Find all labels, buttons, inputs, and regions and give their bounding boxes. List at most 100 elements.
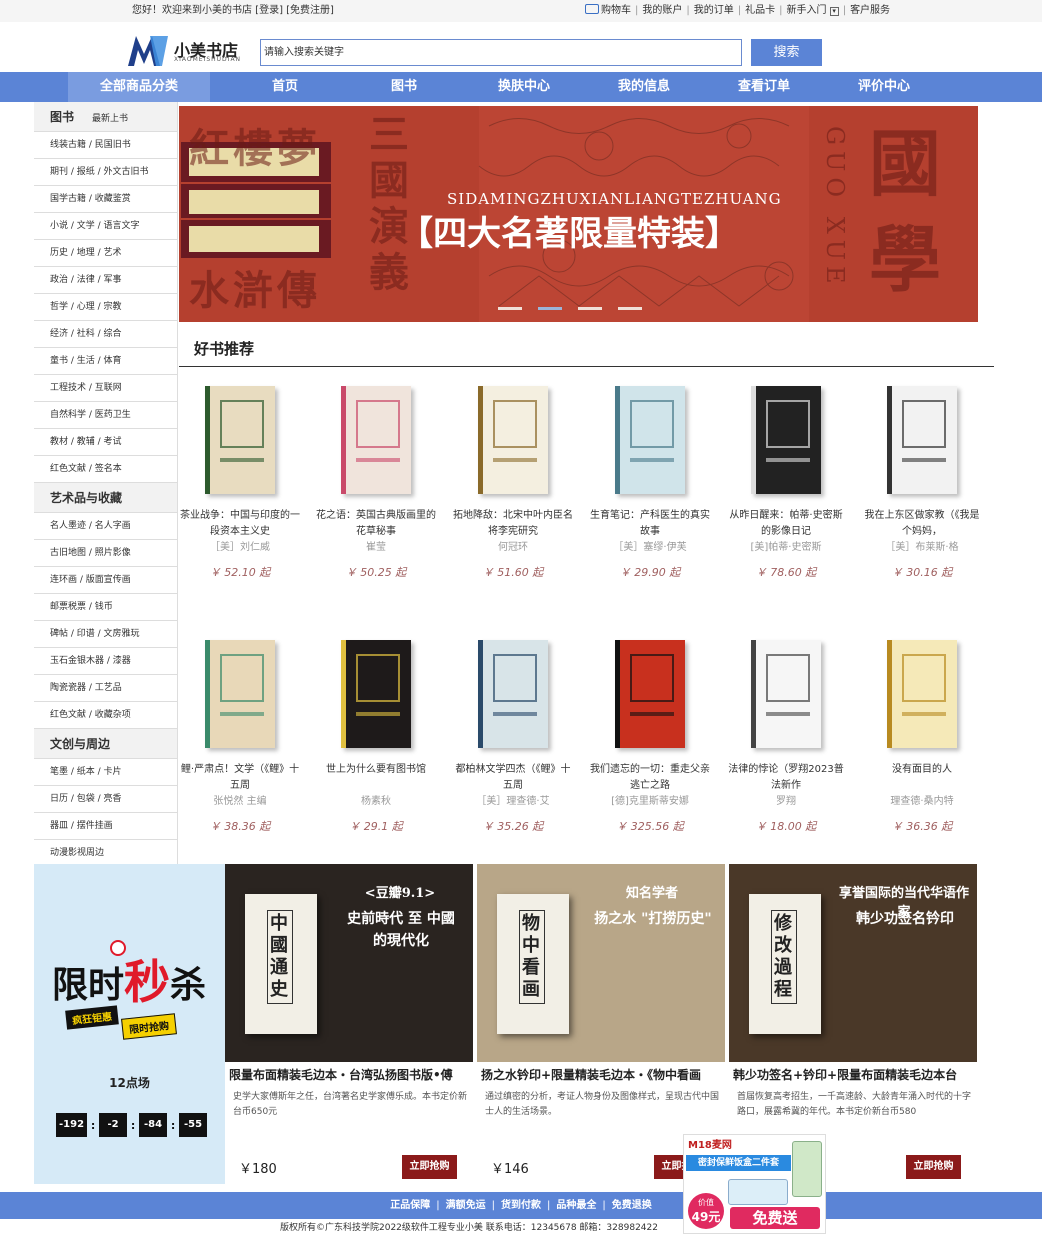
book-card[interactable]: 我们遗忘的一切：重走父亲逃亡之路 [德]克里斯蒂安娜 ￥ 325.56 起 [590, 640, 710, 834]
sidebar-item[interactable]: 童书 / 生活 / 体育 [34, 348, 177, 375]
book-cover[interactable] [478, 386, 548, 494]
sidebar-item[interactable]: 玉石金银木器 / 漆器 [34, 648, 177, 675]
sidebar-item[interactable]: 器皿 / 摆件挂画 [34, 813, 177, 840]
book-card[interactable]: 法律的悖论（罗翔2023普法新作 罗翔 ￥ 18.00 起 [726, 640, 846, 834]
nav-my-info[interactable]: 我的信息 [594, 72, 694, 102]
book-card[interactable]: 我在上东区做家教（《我是个妈妈， ［美］布莱斯·格 ￥ 30.16 起 [862, 386, 982, 580]
book-title[interactable]: 从昨日醒来：帕蒂·史密斯的影像日记 [726, 508, 846, 540]
book-title[interactable]: 拓地降敌：北宋中叶内臣名将李宪研究 [453, 508, 573, 540]
book-cover[interactable] [887, 640, 957, 748]
book-cover[interactable] [341, 640, 411, 748]
book-title[interactable]: 我在上东区做家教（《我是个妈妈， [862, 508, 982, 540]
book-card[interactable]: 拓地降敌：北宋中叶内臣名将李宪研究 何冠环 ￥ 51.60 起 [453, 386, 573, 580]
footer-link[interactable]: 正品保障 [390, 1200, 430, 1211]
nav-view-orders[interactable]: 查看订单 [714, 72, 814, 102]
sidebar-item[interactable]: 小说 / 文学 / 语言文字 [34, 213, 177, 240]
customer-service-link[interactable]: 客户服务 [850, 0, 890, 22]
deal-card[interactable]: 中國通史 <豆瓣9.1> 史前時代 至 中國的現代化 限量布面精装毛边本・台湾弘扬图书… [225, 864, 473, 1184]
book-title[interactable]: 花之语：英国古典版画里的花草秘事 [316, 508, 436, 540]
cart-link[interactable]: 购物车 [585, 0, 631, 22]
book-cover[interactable] [205, 386, 275, 494]
footer-link[interactable]: 货到付款 [501, 1200, 541, 1211]
sidebar-item[interactable]: 红色文献 / 收藏杂项 [34, 702, 177, 729]
footer-link[interactable]: 免费退换 [612, 1200, 652, 1211]
deal-title[interactable]: 韩少功签名+钤印+限量布面精装毛边本台 [729, 1062, 977, 1084]
nav-books[interactable]: 图书 [354, 72, 454, 102]
book-card[interactable]: 都柏林文学四杰（《鲤》十五周 ［美］理查德·艾 ￥ 35.26 起 [453, 640, 573, 834]
welcome-text[interactable]: 您好！欢迎来到小美的书店 [登录] [免费注册] [132, 0, 334, 22]
my-orders-link[interactable]: 我的订单 [694, 0, 734, 22]
book-cover[interactable] [887, 386, 957, 494]
floating-ad[interactable]: M18麦网 密封保鲜饭盒二件套 价值 49元 免费送 [683, 1134, 826, 1234]
book-card[interactable]: 鲤·严肃点！文学（《鲤》十五周 张悦然 主编 ￥ 38.36 起 [180, 640, 300, 834]
sidebar-latest-link[interactable]: 最新上书 [92, 114, 128, 124]
sidebar-item[interactable]: 工程技术 / 互联网 [34, 375, 177, 402]
sidebar-item[interactable]: 教材 / 教辅 / 考试 [34, 429, 177, 456]
banner-dot[interactable] [578, 307, 602, 310]
book-title[interactable]: 我们遗忘的一切：重走父亲逃亡之路 [590, 762, 710, 794]
book-card[interactable]: 茶业战争：中国与印度的一段资本主义史 ［美］刘仁威 ￥ 52.10 起 [180, 386, 300, 580]
book-cover[interactable] [751, 640, 821, 748]
book-title[interactable]: 世上为什么要有图书馆 [316, 762, 436, 794]
book-card[interactable]: 生育笔记：产科医生的真实故事 ［美］塞缪·伊芙 ￥ 29.90 起 [590, 386, 710, 580]
sidebar-item[interactable]: 名人墨迹 / 名人字画 [34, 513, 177, 540]
deal-title[interactable]: 限量布面精装毛边本・台湾弘扬图书版•傅 [225, 1062, 473, 1084]
book-title[interactable]: 法律的悖论（罗翔2023普法新作 [726, 762, 846, 794]
sidebar-item[interactable]: 经济 / 社科 / 综合 [34, 321, 177, 348]
all-categories-button[interactable]: 全部商品分类 [68, 72, 210, 102]
sidebar-item[interactable]: 期刊 / 报纸 / 外文古旧书 [34, 159, 177, 186]
sidebar-item[interactable]: 邮票税票 / 钱币 [34, 594, 177, 621]
sidebar-item[interactable]: 动漫影视周边 [34, 840, 177, 867]
book-cover[interactable] [615, 640, 685, 748]
deal-title[interactable]: 扬之水钤印+限量精装毛边本・《物中看画 [477, 1062, 725, 1084]
beginner-link[interactable]: 新手入门 ▾ [787, 0, 839, 22]
nav-skin-center[interactable]: 换肤中心 [474, 72, 574, 102]
my-account-link[interactable]: 我的账户 [642, 0, 682, 22]
hero-banner[interactable]: 紅樓夢 三國演義 水滸傳 SIDAMINGZHUXIANLIANGTEZHUAN… [179, 106, 978, 322]
sidebar-item[interactable]: 日历 / 包袋 / 亮香 [34, 786, 177, 813]
book-title[interactable]: 鲤·严肃点！文学（《鲤》十五周 [180, 762, 300, 794]
sidebar-item[interactable]: 自然科学 / 医药卫生 [34, 402, 177, 429]
search-button[interactable]: 搜索 [751, 39, 822, 66]
banner-dot[interactable] [498, 307, 522, 310]
book-card[interactable]: 从昨日醒来：帕蒂·史密斯的影像日记 [美]帕蒂·史密斯 ￥ 78.60 起 [726, 386, 846, 580]
sidebar-item[interactable]: 陶瓷瓷器 / 工艺品 [34, 675, 177, 702]
sidebar-item[interactable]: 国学古籍 / 收藏鉴赏 [34, 186, 177, 213]
sidebar-item[interactable]: 笔墨 / 纸本 / 卡片 [34, 759, 177, 786]
book-cover[interactable] [478, 640, 548, 748]
banner-dot[interactable] [538, 307, 562, 310]
book-cover[interactable] [751, 386, 821, 494]
sidebar-item[interactable]: 红色文献 / 签名本 [34, 456, 177, 483]
book-title[interactable]: 都柏林文学四杰（《鲤》十五周 [453, 762, 573, 794]
sidebar-section-title[interactable]: 艺术品与收藏 [34, 483, 177, 513]
deal-image[interactable]: 物中看画 知名学者 扬之水 "打捞历史" [477, 864, 725, 1062]
book-cover[interactable] [205, 640, 275, 748]
book-cover[interactable] [615, 386, 685, 494]
book-card[interactable]: 世上为什么要有图书馆 杨素秋 ￥ 29.1 起 [316, 640, 436, 834]
book-title[interactable]: 生育笔记：产科医生的真实故事 [590, 508, 710, 540]
sidebar-item[interactable]: 哲学 / 心理 / 宗教 [34, 294, 177, 321]
footer-link[interactable]: 品种最全 [556, 1200, 596, 1211]
deal-image[interactable]: 修改過程 享誉国际的当代华语作家 韩少功签名钤印 [729, 864, 977, 1062]
nav-review-center[interactable]: 评价中心 [834, 72, 934, 102]
sidebar-item[interactable]: 古旧地图 / 照片影像 [34, 540, 177, 567]
footer-link[interactable]: 满额免运 [446, 1200, 486, 1211]
book-title[interactable]: 茶业战争：中国与印度的一段资本主义史 [180, 508, 300, 540]
book-card[interactable]: 花之语：英国古典版画里的花草秘事 崔莹 ￥ 50.25 起 [316, 386, 436, 580]
buy-now-button[interactable]: 立即抢购 [906, 1155, 961, 1179]
book-title[interactable]: 没有面目的人 [862, 762, 982, 794]
sidebar-section-title[interactable]: 图书 最新上书 [34, 102, 177, 132]
logo[interactable]: 小美书店 XIAOMEISHUDIAN [126, 34, 240, 68]
sidebar-item[interactable]: 连环画 / 版面宣传画 [34, 567, 177, 594]
sidebar-item[interactable]: 历史 / 地理 / 艺术 [34, 240, 177, 267]
banner-dot[interactable] [618, 307, 642, 310]
ad-cta[interactable]: 免费送 [730, 1207, 820, 1229]
buy-now-button[interactable]: 立即抢购 [402, 1155, 457, 1179]
book-card[interactable]: 没有面目的人 理查德·桑内特 ￥ 36.36 起 [862, 640, 982, 834]
book-cover[interactable] [341, 386, 411, 494]
sidebar-item[interactable]: 碑帖 / 印谱 / 文房雅玩 [34, 621, 177, 648]
gift-card-link[interactable]: 礼品卡 [745, 0, 775, 22]
sidebar-section-title[interactable]: 文创与周边 [34, 729, 177, 759]
sidebar-item[interactable]: 线装古籍 / 民国旧书 [34, 132, 177, 159]
deal-image[interactable]: 中國通史 <豆瓣9.1> 史前時代 至 中國的現代化 [225, 864, 473, 1062]
